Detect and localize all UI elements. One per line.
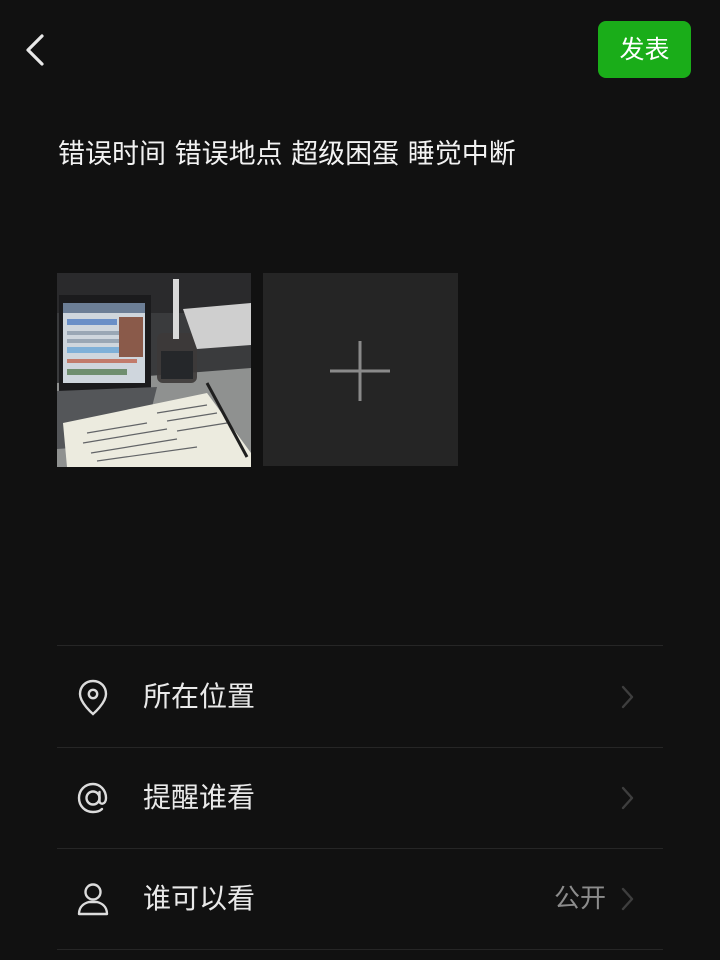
divider: [57, 645, 663, 646]
back-button[interactable]: [14, 26, 58, 74]
option-value: 公开: [553, 884, 606, 914]
chevron-right-icon: [621, 685, 634, 709]
publish-button[interactable]: 发表: [598, 21, 691, 78]
person-icon: [77, 883, 109, 916]
photo-image: [57, 273, 251, 467]
post-text[interactable]: 错误时间 错误地点 超级困蛋 睡觉中断: [58, 130, 678, 180]
location-pin-icon: [78, 679, 108, 716]
option-mention[interactable]: 提醒谁看: [57, 748, 663, 848]
photo-thumbnail[interactable]: [57, 273, 251, 467]
option-location[interactable]: 所在位置: [57, 647, 663, 747]
add-photo-button[interactable]: [263, 273, 458, 466]
divider: [57, 949, 663, 950]
option-label: 所在位置: [143, 680, 256, 713]
top-bar: 发表: [0, 0, 720, 100]
chevron-right-icon: [621, 786, 634, 810]
option-visibility[interactable]: 谁可以看 公开: [57, 849, 663, 949]
plus-icon: [330, 341, 390, 401]
chevron-left-icon: [26, 34, 44, 66]
at-sign-icon: [77, 782, 108, 814]
option-label: 谁可以看: [143, 882, 256, 915]
option-label: 提醒谁看: [143, 781, 256, 814]
chevron-right-icon: [621, 887, 634, 911]
